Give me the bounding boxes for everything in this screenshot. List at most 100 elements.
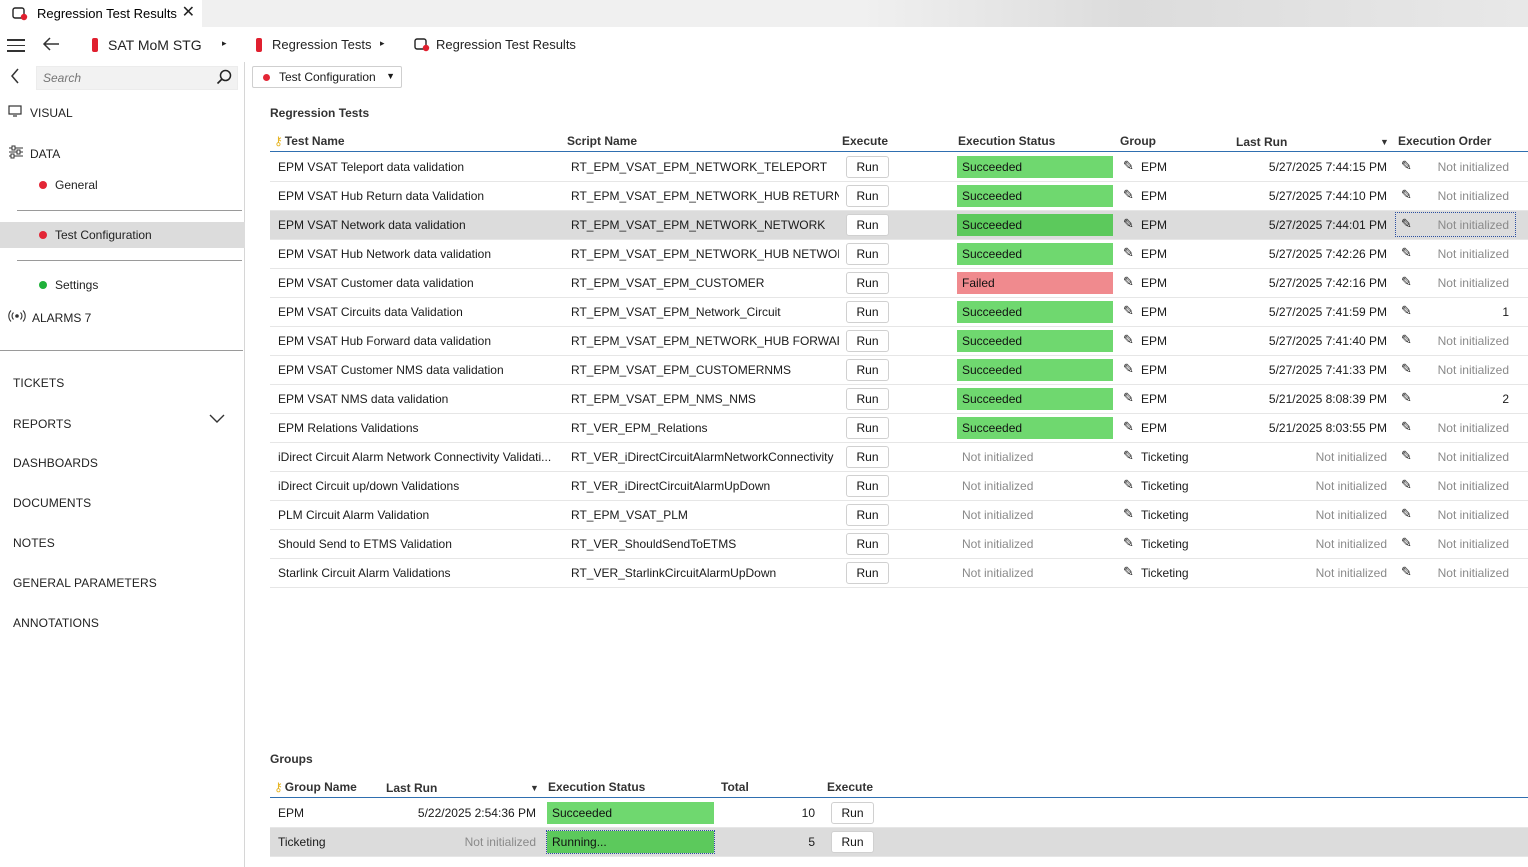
breadcrumb-regression-tests[interactable]: Regression Tests	[256, 37, 371, 52]
run-button[interactable]: Run	[846, 475, 889, 497]
pencil-icon[interactable]: ✎	[1401, 535, 1412, 551]
run-button[interactable]: Run	[831, 831, 874, 853]
run-button[interactable]: Run	[846, 359, 889, 381]
menu-item-tickets[interactable]: TICKETS	[13, 376, 64, 390]
breadcrumb-sat-mom-stg[interactable]: SAT MoM STG	[92, 37, 202, 53]
run-button[interactable]: Run	[846, 388, 889, 410]
run-button[interactable]: Run	[846, 185, 889, 207]
pencil-icon[interactable]: ✎	[1123, 274, 1134, 290]
sidebar-item-alarms[interactable]: ALARMS 7	[0, 310, 91, 325]
run-button[interactable]: Run	[846, 533, 889, 555]
column-script-name[interactable]: Script Name	[567, 134, 637, 148]
table-row[interactable]: EPM VSAT Circuits data Validation RT_EPM_…	[270, 298, 1528, 327]
pencil-icon[interactable]: ✎	[1123, 332, 1134, 348]
run-button[interactable]: Run	[846, 156, 889, 178]
pencil-icon[interactable]: ✎	[1123, 506, 1134, 522]
pencil-icon[interactable]: ✎	[1401, 187, 1412, 203]
pencil-icon[interactable]: ✎	[1401, 332, 1412, 348]
menu-item-reports[interactable]: REPORTS	[13, 417, 72, 431]
column-group-execution-status[interactable]: Execution Status	[548, 780, 645, 794]
run-button[interactable]: Run	[846, 272, 889, 294]
menu-item-general-parameters[interactable]: GENERAL PARAMETERS	[13, 576, 157, 590]
pencil-icon[interactable]: ✎	[1401, 245, 1412, 261]
pencil-icon[interactable]: ✎	[1401, 419, 1412, 435]
run-button[interactable]: Run	[846, 562, 889, 584]
pencil-icon[interactable]: ✎	[1123, 390, 1134, 406]
column-test-name[interactable]: ⚷ Test Name	[274, 134, 345, 148]
pencil-icon[interactable]: ✎	[1401, 158, 1412, 174]
run-button[interactable]: Run	[846, 301, 889, 323]
pencil-icon[interactable]: ✎	[1401, 564, 1412, 580]
pencil-icon[interactable]: ✎	[1401, 477, 1412, 493]
sidebar-subitem-general[interactable]: General	[39, 178, 98, 192]
menu-item-notes[interactable]: NOTES	[13, 536, 55, 550]
pencil-icon[interactable]: ✎	[1123, 187, 1134, 203]
breadcrumb-regression-test-results[interactable]: Regression Test Results	[414, 37, 576, 52]
chevron-left-icon[interactable]	[10, 68, 20, 89]
sort-desc-icon[interactable]: ▼	[1380, 137, 1389, 147]
table-row[interactable]: EPM VSAT Customer data validation RT_EPM_…	[270, 269, 1528, 298]
run-button[interactable]: Run	[846, 214, 889, 236]
table-row[interactable]: Starlink Circuit Alarm Validations RT_VER…	[270, 559, 1528, 588]
pencil-icon[interactable]: ✎	[1123, 216, 1134, 232]
table-row[interactable]: PLM Circuit Alarm Validation RT_EPM_VSAT_…	[270, 501, 1528, 530]
table-row[interactable]: EPM VSAT NMS data validation RT_EPM_VSAT_…	[270, 385, 1528, 414]
pencil-icon[interactable]: ✎	[1123, 158, 1134, 174]
table-row[interactable]: EPM VSAT Hub Return data Validation RT_EP…	[270, 182, 1528, 211]
column-group-total[interactable]: Total	[721, 780, 749, 794]
pencil-icon[interactable]: ✎	[1123, 564, 1134, 580]
column-last-run[interactable]: Last Run	[1236, 135, 1287, 149]
column-group[interactable]: Group	[1120, 134, 1156, 148]
column-execution-status[interactable]: Execution Status	[958, 134, 1055, 148]
run-button[interactable]: Run	[846, 446, 889, 468]
table-row[interactable]: Should Send to ETMS Validation RT_VER_Sho…	[270, 530, 1528, 559]
table-row[interactable]: Ticketing Not initialized Running... 5 Run	[270, 828, 1528, 857]
menu-item-dashboards[interactable]: DASHBOARDS	[13, 456, 98, 470]
table-row[interactable]: EPM 5/22/2025 2:54:36 PM Succeeded 10 Run	[270, 799, 1528, 828]
configuration-dropdown[interactable]: Test Configuration ▼	[252, 66, 402, 88]
sidebar-subitem-settings[interactable]: Settings	[39, 278, 98, 292]
pencil-icon[interactable]: ✎	[1123, 361, 1134, 377]
column-group-name[interactable]: ⚷ Group Name	[274, 780, 357, 794]
chevron-down-icon[interactable]	[209, 412, 225, 426]
menu-item-documents[interactable]: DOCUMENTS	[13, 496, 91, 510]
sidebar-item-data[interactable]: DATA	[0, 145, 60, 162]
pencil-icon[interactable]: ✎	[1401, 361, 1412, 377]
run-button[interactable]: Run	[846, 417, 889, 439]
search-input[interactable]	[37, 67, 207, 89]
close-icon[interactable]: ✕	[182, 5, 195, 21]
pencil-icon[interactable]: ✎	[1123, 419, 1134, 435]
table-row[interactable]: EPM VSAT Customer NMS data validation RT_…	[270, 356, 1528, 385]
pencil-icon[interactable]: ✎	[1401, 448, 1412, 464]
table-row[interactable]: iDirect Circuit Alarm Network Connectivi…	[270, 443, 1528, 472]
table-row[interactable]: iDirect Circuit up/down Validations RT_VE…	[270, 472, 1528, 501]
pencil-icon[interactable]: ✎	[1123, 535, 1134, 551]
pencil-icon[interactable]: ✎	[1401, 274, 1412, 290]
run-button[interactable]: Run	[846, 243, 889, 265]
sort-desc-icon[interactable]: ▼	[530, 783, 539, 793]
pencil-icon[interactable]: ✎	[1401, 390, 1412, 406]
pencil-icon[interactable]: ✎	[1123, 477, 1134, 493]
table-row[interactable]: EPM VSAT Hub Forward data validation RT_E…	[270, 327, 1528, 356]
table-row[interactable]: EPM VSAT Teleport data validation RT_EPM_…	[270, 153, 1528, 182]
back-arrow-icon[interactable]	[42, 35, 60, 56]
column-group-execute[interactable]: Execute	[827, 780, 873, 794]
run-button[interactable]: Run	[846, 330, 889, 352]
column-group-last-run[interactable]: Last Run	[386, 781, 437, 795]
column-execution-order[interactable]: Execution Order	[1398, 134, 1491, 148]
table-row[interactable]: EPM VSAT Hub Network data validation RT_E…	[270, 240, 1528, 269]
sidebar-subitem-test-configuration[interactable]: Test Configuration	[39, 228, 152, 242]
pencil-icon[interactable]: ✎	[1123, 448, 1134, 464]
menu-item-annotations[interactable]: ANNOTATIONS	[13, 616, 99, 630]
menu-icon[interactable]	[7, 39, 25, 56]
search-icon[interactable]	[216, 69, 232, 89]
pencil-icon[interactable]: ✎	[1401, 506, 1412, 522]
run-button[interactable]: Run	[846, 504, 889, 526]
tab-regression-test-results[interactable]: Regression Test Results ✕	[0, 0, 202, 27]
pencil-icon[interactable]: ✎	[1123, 245, 1134, 261]
pencil-icon[interactable]: ✎	[1401, 303, 1412, 319]
table-row[interactable]: EPM VSAT Network data validation RT_EPM_V…	[270, 211, 1528, 240]
column-execute[interactable]: Execute	[842, 134, 888, 148]
run-button[interactable]: Run	[831, 802, 874, 824]
sidebar-item-visual[interactable]: VISUAL	[0, 105, 73, 120]
